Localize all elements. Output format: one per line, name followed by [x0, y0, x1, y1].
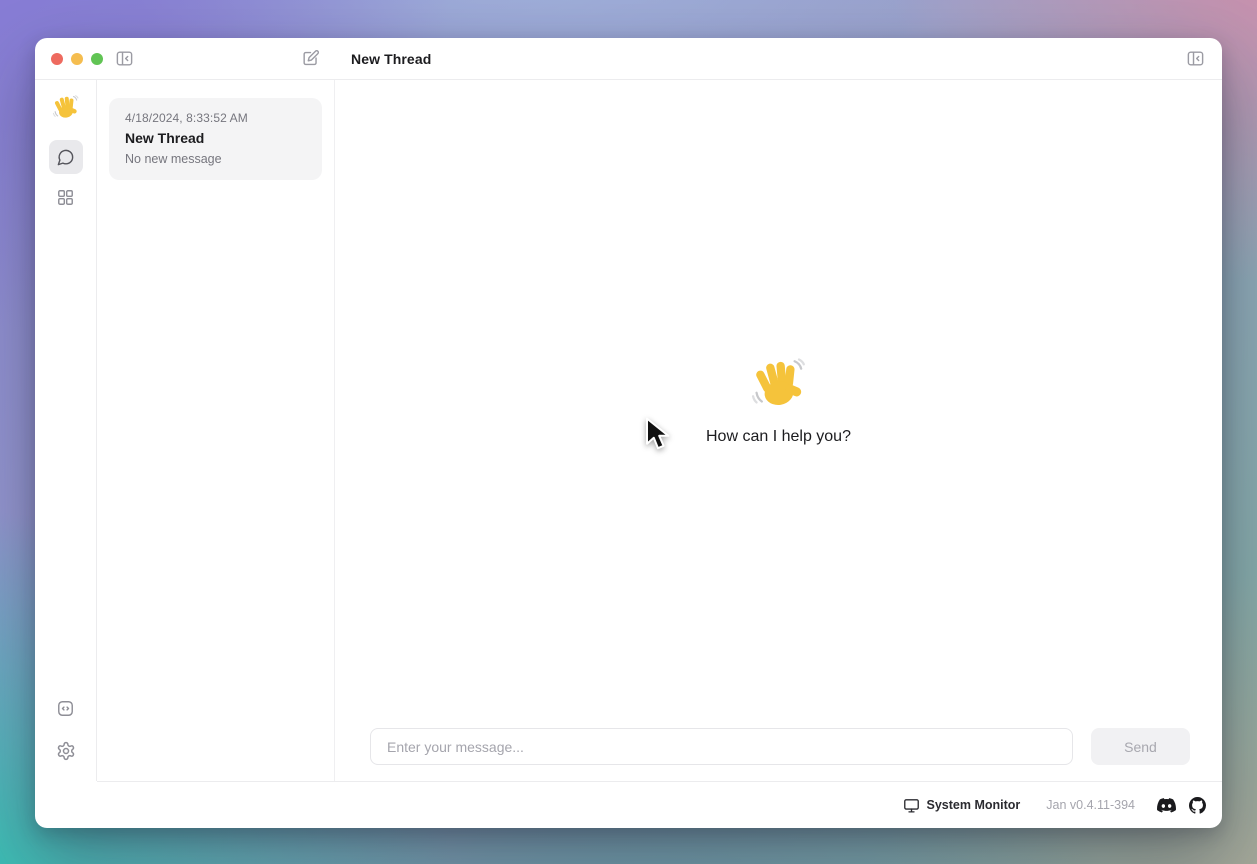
- status-bar: System Monitor Jan v0.4.11-394: [97, 781, 1222, 828]
- titlebar: New Thread: [35, 38, 1222, 80]
- panel-collapse-right-icon[interactable]: [1182, 46, 1208, 72]
- thread-list-panel: 4/18/2024, 8:33:52 AM New Thread No new …: [97, 80, 335, 781]
- close-window-button[interactable]: [51, 53, 63, 65]
- sidebar-item-chat[interactable]: [49, 140, 83, 174]
- apps-grid-icon: [56, 188, 75, 207]
- wave-logo[interactable]: [52, 94, 79, 126]
- sidebar-rail: [35, 80, 97, 781]
- window-body: 4/18/2024, 8:33:52 AM New Thread No new …: [35, 80, 1222, 781]
- discord-icon[interactable]: [1157, 798, 1176, 813]
- waving-hand-icon: [750, 356, 806, 412]
- system-monitor-icon: [903, 797, 920, 814]
- sidebar-item-hub[interactable]: [49, 180, 83, 214]
- app-version: Jan v0.4.11-394: [1046, 798, 1135, 812]
- footer-row: System Monitor Jan v0.4.11-394: [35, 781, 1222, 828]
- api-server-icon: [56, 699, 75, 718]
- traffic-lights: [51, 53, 103, 65]
- settings-gear-icon: [56, 741, 76, 761]
- greeting-text: How can I help you?: [706, 428, 851, 446]
- panel-collapse-left-icon[interactable]: [111, 46, 137, 72]
- thread-title: New Thread: [125, 130, 306, 146]
- empty-state: How can I help you?: [706, 356, 851, 446]
- sidebar-item-settings[interactable]: [49, 734, 83, 768]
- github-icon[interactable]: [1189, 797, 1206, 814]
- system-monitor-toggle[interactable]: System Monitor: [903, 797, 1021, 814]
- system-monitor-label: System Monitor: [927, 798, 1021, 812]
- message-input[interactable]: [370, 728, 1073, 765]
- chat-bubble-icon: [56, 148, 75, 167]
- thread-date: 4/18/2024, 8:33:52 AM: [125, 111, 306, 125]
- minimize-window-button[interactable]: [71, 53, 83, 65]
- send-button[interactable]: Send: [1091, 728, 1190, 765]
- page-title: New Thread: [351, 51, 431, 67]
- sidebar-item-local-api-server[interactable]: [49, 691, 83, 725]
- thread-list-item[interactable]: 4/18/2024, 8:33:52 AM New Thread No new …: [109, 98, 322, 180]
- zoom-window-button[interactable]: [91, 53, 103, 65]
- new-thread-compose-icon[interactable]: [297, 46, 323, 72]
- app-window: New Thread: [35, 38, 1222, 828]
- chat-main-area: How can I help you? Send: [335, 80, 1222, 781]
- thread-last-message: No new message: [125, 152, 306, 166]
- composer: Send: [370, 728, 1190, 765]
